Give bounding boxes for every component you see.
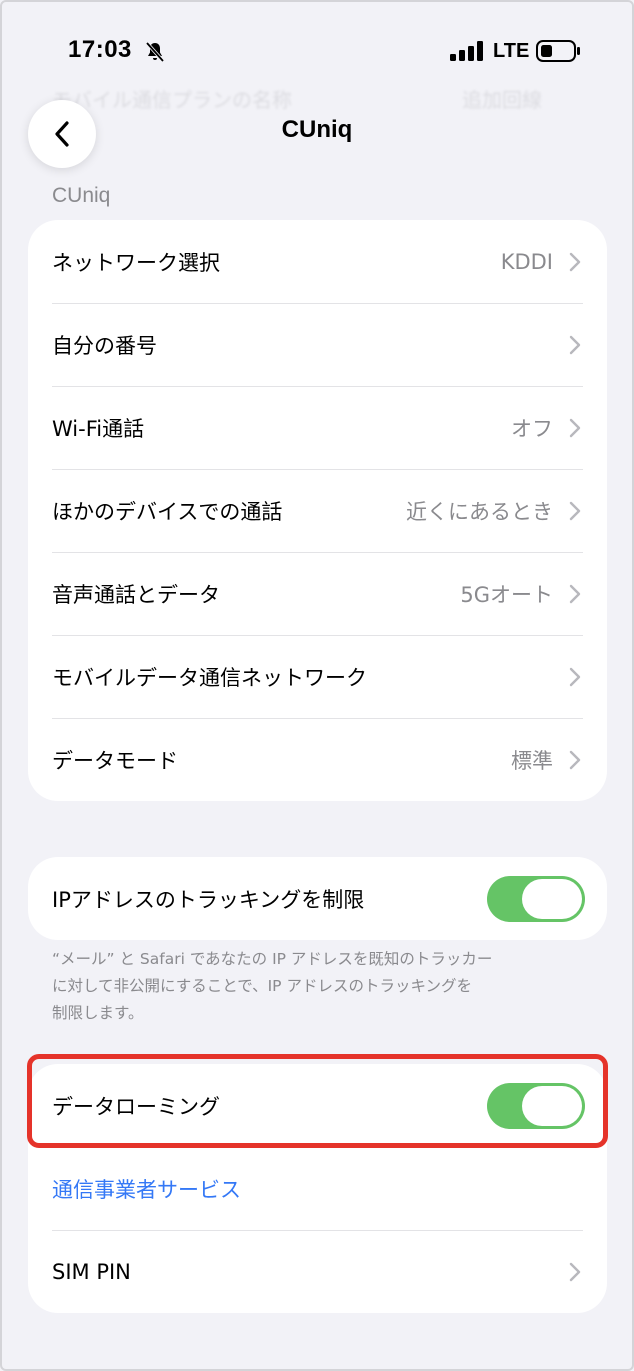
row-value: 5Gオート bbox=[460, 582, 553, 607]
toggle-knob bbox=[522, 878, 582, 919]
row-mobile-data-network[interactable]: モバイルデータ通信ネットワーク bbox=[28, 635, 607, 718]
page-title: CUniq bbox=[281, 116, 353, 143]
row-voice-and-data[interactable]: 音声通話とデータ 5Gオート bbox=[28, 552, 607, 635]
row-carrier-services[interactable]: 通信事業者サービス bbox=[28, 1147, 607, 1230]
status-time: 17:03 bbox=[68, 36, 132, 63]
data-roaming-toggle[interactable] bbox=[487, 1082, 585, 1129]
row-value: オフ bbox=[511, 416, 553, 441]
ip-tracking-toggle[interactable] bbox=[487, 875, 585, 922]
ip-tracking-card: IPアドレスのトラッキングを制限 bbox=[28, 857, 607, 940]
section-header: CUniq bbox=[52, 184, 111, 207]
carrier-services-link[interactable]: 通信事業者サービス bbox=[52, 1174, 241, 1204]
footnote-line: 制限します。 bbox=[52, 1004, 144, 1022]
row-label: 自分の番号 bbox=[52, 333, 157, 358]
row-calls-on-other-devices[interactable]: ほかのデバイスでの通話 近くにあるとき bbox=[28, 469, 607, 552]
chevron-right-icon bbox=[569, 1262, 581, 1281]
chevron-right-icon bbox=[569, 584, 581, 603]
row-label: SIM PIN bbox=[52, 1259, 131, 1284]
chevron-right-icon bbox=[569, 335, 581, 354]
row-value: 標準 bbox=[511, 748, 553, 773]
roaming-card: データローミング 通信事業者サービス SIM PIN bbox=[28, 1064, 607, 1313]
network-type: LTE bbox=[493, 40, 530, 62]
row-label: Wi-Fi通話 bbox=[52, 416, 145, 441]
signal-bars-icon bbox=[450, 41, 483, 61]
row-label: 音声通話とデータ bbox=[52, 582, 220, 607]
chevron-right-icon bbox=[569, 667, 581, 686]
scrolled-header-value: 追加回線 bbox=[462, 88, 542, 112]
chevron-right-icon bbox=[569, 418, 581, 437]
row-value: 近くにあるとき bbox=[406, 499, 553, 524]
row-label: ネットワーク選択 bbox=[52, 250, 220, 275]
bell-slash-icon bbox=[145, 41, 165, 63]
row-limit-ip-tracking: IPアドレスのトラッキングを制限 bbox=[28, 857, 607, 940]
row-data-roaming: データローミング bbox=[28, 1064, 607, 1147]
row-label: モバイルデータ通信ネットワーク bbox=[52, 665, 367, 690]
scrolled-header-label: モバイル通信プランの名称 bbox=[52, 88, 292, 112]
row-value: KDDI bbox=[500, 249, 553, 274]
row-label: IPアドレスのトラッキングを制限 bbox=[52, 887, 365, 912]
scrolled-header-row: モバイル通信プランの名称 追加回線 bbox=[52, 84, 582, 114]
row-label: ほかのデバイスでの通話 bbox=[52, 499, 283, 524]
toggle-knob bbox=[522, 1085, 582, 1126]
carrier-settings-card: ネットワーク選択 KDDI 自分の番号 Wi-Fi通話 オフ ほかのデバイスでの… bbox=[28, 220, 607, 801]
row-my-number[interactable]: 自分の番号 bbox=[28, 303, 607, 386]
ip-tracking-footnote: “メール” と Safari であなたの IP アドレスを既知のトラッカー に対… bbox=[52, 946, 552, 1027]
row-data-mode[interactable]: データモード 標準 bbox=[28, 718, 607, 801]
footnote-line: に対して非公開にすることで、IP アドレスのトラッキングを bbox=[52, 977, 472, 995]
row-network-selection[interactable]: ネットワーク選択 KDDI bbox=[28, 220, 607, 303]
chevron-right-icon bbox=[569, 750, 581, 769]
footnote-line: “メール” と Safari であなたの IP アドレスを既知のトラッカー bbox=[52, 950, 493, 968]
chevron-right-icon bbox=[569, 501, 581, 520]
chevron-right-icon bbox=[569, 252, 581, 271]
row-label: データモード bbox=[52, 748, 178, 773]
row-sim-pin[interactable]: SIM PIN bbox=[28, 1230, 607, 1313]
battery-icon bbox=[536, 40, 580, 62]
row-label: データローミング bbox=[52, 1094, 220, 1119]
row-wifi-calling[interactable]: Wi-Fi通話 オフ bbox=[28, 386, 607, 469]
